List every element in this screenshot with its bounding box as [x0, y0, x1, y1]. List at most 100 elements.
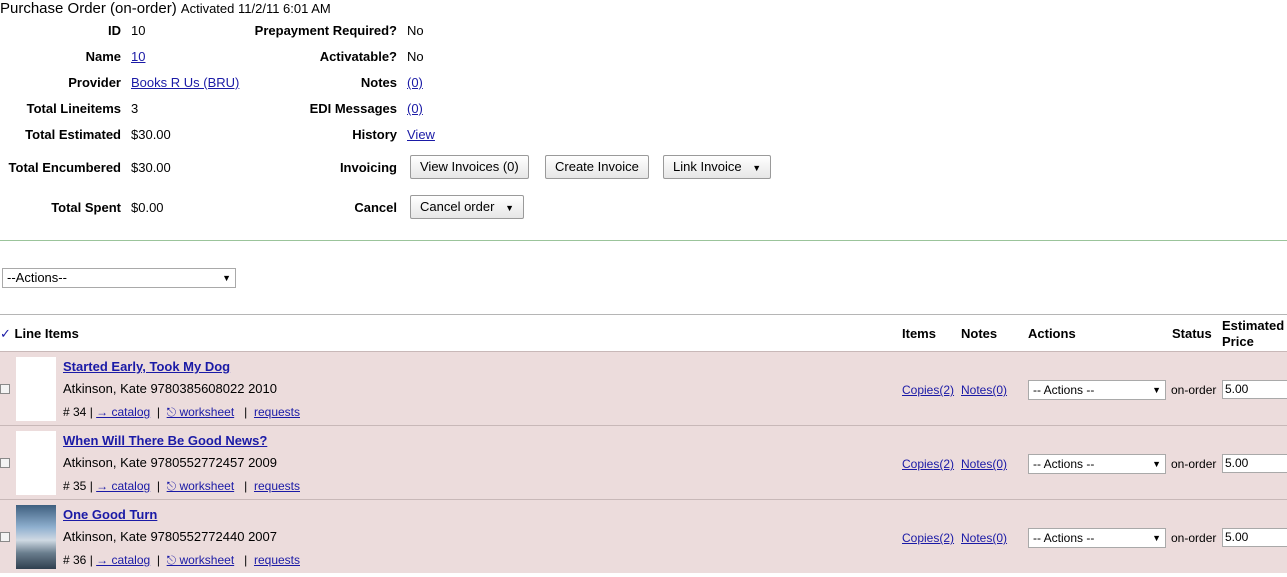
lineitem-number: # 34 |	[63, 405, 93, 419]
create-invoice-label: Create Invoice	[555, 159, 639, 174]
estimated-price-input[interactable]: 5.00	[1222, 380, 1287, 399]
book-cover-image	[16, 505, 56, 569]
book-cover-image	[16, 357, 56, 421]
lineitem-author: Atkinson, Kate	[63, 529, 147, 544]
estimated-price-input[interactable]: 5.00	[1222, 528, 1287, 547]
view-invoices-label: View Invoices (0)	[420, 159, 519, 174]
total-spent-label: Total Spent	[51, 200, 121, 215]
lineitem-number: # 35 |	[63, 479, 93, 493]
worksheet-link[interactable]: ⎋ worksheet	[167, 553, 235, 567]
row-actions-value: -- Actions --	[1033, 383, 1095, 397]
total-encumbered-value: $30.00	[131, 160, 171, 175]
view-invoices-button[interactable]: View Invoices (0)	[410, 155, 529, 179]
catalog-link[interactable]: → catalog	[96, 479, 150, 493]
requests-link[interactable]: requests	[254, 553, 300, 567]
requests-link[interactable]: requests	[254, 405, 300, 419]
cancel-label: Cancel	[354, 200, 397, 215]
row-status: on-order	[1171, 383, 1217, 397]
row-checkbox[interactable]	[0, 532, 10, 542]
row-actions-value: -- Actions --	[1033, 457, 1095, 471]
cancel-order-label: Cancel order	[420, 199, 495, 214]
id-label: ID	[108, 23, 121, 38]
lineitem-meta: Atkinson, Kate 9780552772440 2007	[63, 529, 277, 544]
copies-link[interactable]: Copies(2)	[902, 531, 954, 545]
actions-header: Actions	[1028, 326, 1076, 341]
row-checkbox[interactable]	[0, 384, 10, 394]
chevron-down-icon: ▼	[1152, 533, 1161, 543]
name-link[interactable]: 10	[131, 49, 145, 64]
catalog-link[interactable]: → catalog	[96, 405, 150, 419]
create-invoice-button[interactable]: Create Invoice	[545, 155, 649, 179]
notes-label: Notes	[360, 75, 397, 90]
chevron-down-icon: ▼	[1152, 385, 1161, 395]
edi-messages-link[interactable]: (0)	[407, 101, 423, 116]
activatable-label: Activatable?	[319, 49, 397, 64]
total-estimated-label: Total Estimated	[25, 127, 121, 142]
estimated-price-input[interactable]: 5.00	[1222, 454, 1287, 473]
lineitem-meta: Atkinson, Kate 9780385608022 2010	[63, 381, 277, 396]
row-actions-select[interactable]: -- Actions -- ▼	[1028, 380, 1166, 400]
lineitem-title-link[interactable]: Started Early, Took My Dog	[63, 359, 230, 374]
lineitem-isbn: 9780552772440	[150, 529, 245, 544]
chevron-down-icon: ▼	[222, 273, 231, 283]
lineitem-title-link[interactable]: One Good Turn	[63, 507, 157, 522]
lineitem-meta: Atkinson, Kate 9780552772457 2009	[63, 455, 277, 470]
total-encumbered-label: Total Encumbered	[8, 160, 121, 175]
notes-header: Notes	[961, 326, 998, 341]
activatable-value: No	[407, 49, 424, 64]
row-checkbox[interactable]	[0, 458, 10, 468]
table-row: When Will There Be Good News? Atkinson, …	[0, 425, 1287, 499]
row-actions-select[interactable]: -- Actions -- ▼	[1028, 454, 1166, 474]
page-title: Purchase Order (on-order) Activated 11/2…	[0, 0, 331, 17]
history-link[interactable]: View	[407, 127, 435, 142]
link-invoice-label: Link Invoice	[673, 159, 742, 174]
total-estimated-value: $30.00	[131, 127, 171, 142]
name-label: Name	[85, 49, 121, 64]
bulk-actions-select[interactable]: --Actions-- ▼	[2, 268, 236, 288]
row-actions-select[interactable]: -- Actions -- ▼	[1028, 528, 1166, 548]
provider-link[interactable]: Books R Us (BRU)	[131, 75, 239, 90]
total-lineitems-value: 3	[131, 101, 139, 116]
line-items-header-label: Line Items	[14, 326, 79, 341]
lineitem-number: # 36 |	[63, 553, 93, 567]
id-value: 10	[131, 23, 146, 38]
line-items-header: ✓ Line Items	[0, 326, 79, 342]
prepayment-value: No	[407, 23, 424, 38]
copies-link[interactable]: Copies(2)	[902, 457, 954, 471]
invoicing-label: Invoicing	[339, 160, 397, 175]
select-all-check-icon[interactable]: ✓	[0, 326, 11, 341]
notes-row-link[interactable]: Notes(0)	[961, 457, 1007, 471]
cancel-order-button[interactable]: Cancel order ▼	[410, 195, 524, 219]
worksheet-link[interactable]: ⎋ worksheet	[167, 405, 235, 419]
copies-link[interactable]: Copies(2)	[902, 383, 954, 397]
table-row: One Good Turn Atkinson, Kate 97805527724…	[0, 499, 1287, 573]
notes-row-link[interactable]: Notes(0)	[961, 383, 1007, 397]
lineitem-title-link[interactable]: When Will There Be Good News?	[63, 433, 267, 448]
table-top-divider	[0, 314, 1287, 315]
link-invoice-button[interactable]: Link Invoice ▼	[663, 155, 772, 179]
notes-row-link[interactable]: Notes(0)	[961, 531, 1007, 545]
table-row: Started Early, Took My Dog Atkinson, Kat…	[0, 351, 1287, 425]
notes-link[interactable]: (0)	[407, 75, 423, 90]
lineitem-author: Atkinson, Kate	[63, 381, 147, 396]
prepayment-label: Prepayment Required?	[254, 23, 397, 38]
items-header: Items	[902, 326, 936, 341]
requests-link[interactable]: requests	[254, 479, 300, 493]
worksheet-link[interactable]: ⎋ worksheet	[167, 479, 235, 493]
provider-label: Provider	[68, 75, 121, 90]
row-actions-value: -- Actions --	[1033, 531, 1095, 545]
bulk-actions-value: --Actions--	[7, 270, 67, 285]
lineitem-year: 2009	[248, 455, 277, 470]
chevron-down-icon: ▼	[752, 163, 762, 173]
catalog-link[interactable]: → catalog	[96, 553, 150, 567]
lineitem-links: # 35 | → catalog | ⎋ worksheet | request…	[63, 479, 300, 493]
edi-messages-label: EDI Messages	[309, 101, 397, 116]
lineitem-isbn: 9780552772457	[150, 455, 245, 470]
lineitem-links: # 34 | → catalog | ⎋ worksheet | request…	[63, 405, 300, 419]
po-title: Purchase Order (on-order)	[0, 0, 177, 17]
lineitem-isbn: 9780385608022	[150, 381, 245, 396]
total-spent-value: $0.00	[131, 200, 164, 215]
section-divider	[0, 240, 1287, 241]
book-cover-image	[16, 431, 56, 495]
estimated-price-header-line2: Price	[1222, 334, 1254, 349]
